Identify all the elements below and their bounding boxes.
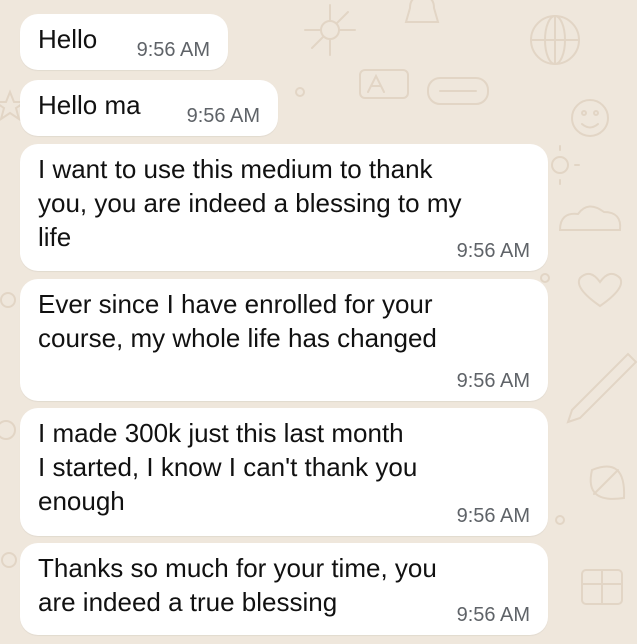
message-timestamp: 9:56 AM xyxy=(186,105,260,127)
message-text: Hello ma xyxy=(38,90,141,120)
message-bubble[interactable]: Ever since I have enrolled for your cour… xyxy=(20,279,548,401)
message-timestamp: 9:56 AM xyxy=(456,370,530,392)
message-timestamp: 9:56 AM xyxy=(456,604,530,626)
message-bubble[interactable]: Thanks so much for your time, you are in… xyxy=(20,543,548,635)
message-bubble[interactable]: I want to use this medium to thank you, … xyxy=(20,144,548,271)
message-timestamp: 9:56 AM xyxy=(456,505,530,527)
message-text: I want to use this medium to thank you, … xyxy=(38,154,462,252)
message-bubble[interactable]: Hello ma 9:56 AM xyxy=(20,80,278,136)
message-list: Hello 9:56 AM Hello ma 9:56 AM I want to… xyxy=(0,0,637,644)
message-text: Thanks so much for your time, you are in… xyxy=(38,553,437,617)
message-timestamp: 9:56 AM xyxy=(456,240,530,262)
message-timestamp: 9:56 AM xyxy=(136,39,210,61)
message-bubble[interactable]: Hello 9:56 AM xyxy=(20,14,228,70)
message-text: Hello xyxy=(38,24,98,54)
message-text: I made 300k just this last month I start… xyxy=(38,418,418,516)
message-text: Ever since I have enrolled for your cour… xyxy=(38,289,437,353)
message-bubble[interactable]: I made 300k just this last month I start… xyxy=(20,408,548,536)
